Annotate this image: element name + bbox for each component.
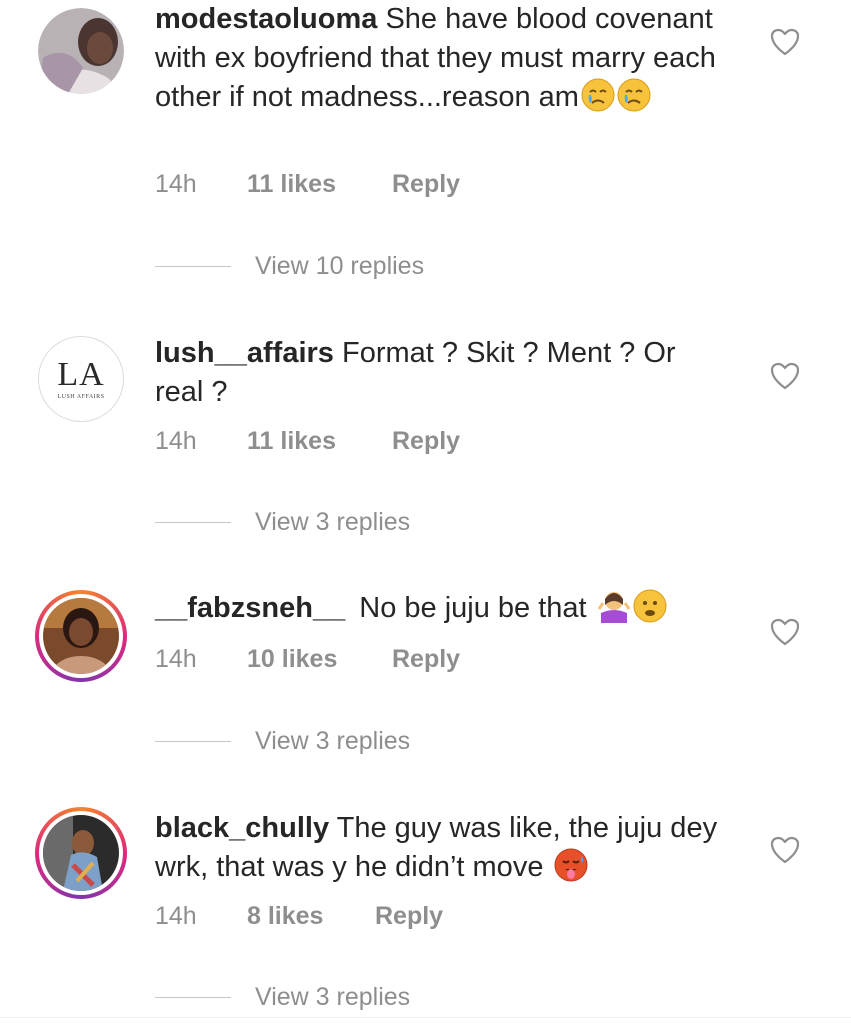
hot-face-icon — [554, 848, 588, 882]
heart-icon[interactable] — [770, 362, 800, 390]
logo-text: LA — [57, 356, 105, 393]
reply-button[interactable]: Reply — [392, 427, 460, 456]
view-replies-button[interactable]: View 10 replies — [155, 252, 424, 281]
comment-text: lush__affairs Format ? Skit ? Ment ? Or … — [155, 334, 725, 412]
crying-face-icon — [617, 78, 651, 112]
avatar-story-ring[interactable] — [35, 590, 127, 682]
frowning-face-icon — [633, 589, 667, 623]
heart-icon[interactable] — [770, 618, 800, 646]
comment-time: 14h — [155, 645, 197, 673]
crying-face-icon — [581, 78, 615, 112]
comment-text: black_chully The guy was like, the juju … — [155, 809, 725, 887]
likes-count[interactable]: 10 likes — [247, 645, 392, 674]
reply-button[interactable]: Reply — [392, 170, 460, 199]
view-replies-label: View 3 replies — [255, 508, 411, 536]
view-replies-label: View 10 replies — [255, 252, 425, 280]
likes-count[interactable]: 8 likes — [247, 902, 375, 931]
comment-username[interactable]: lush__affairs — [155, 337, 334, 369]
comment-meta: 14h 11 likes Reply — [155, 170, 460, 199]
likes-count[interactable]: 11 likes — [247, 170, 392, 199]
comment-meta: 14h 11 likes Reply — [155, 427, 460, 456]
heart-icon[interactable] — [770, 836, 800, 864]
comment-username[interactable]: modestaoluoma — [155, 3, 377, 35]
comment-meta: 14h 8 likes Reply — [155, 902, 443, 931]
user-photo-icon — [43, 815, 119, 891]
reply-button[interactable]: Reply — [392, 645, 460, 674]
comment-username[interactable]: __fabzsneh__ — [155, 592, 345, 624]
heart-icon[interactable] — [770, 28, 800, 56]
comment-text: modestaoluoma She have blood covenant wi… — [155, 0, 725, 117]
reply-button[interactable]: Reply — [375, 902, 443, 931]
comment-username[interactable]: black_chully — [155, 812, 329, 844]
view-replies-button[interactable]: View 3 replies — [155, 983, 410, 1012]
view-replies-button[interactable]: View 3 replies — [155, 727, 410, 756]
divider-line — [155, 521, 231, 524]
avatar[interactable] — [38, 8, 124, 94]
divider-line — [155, 740, 231, 743]
divider-line — [155, 265, 231, 268]
logo-subtext: LUSH AFFAIRS — [57, 394, 105, 400]
bottom-divider — [0, 1017, 851, 1018]
comment-body: No be juju be that — [359, 592, 587, 624]
avatar-story-ring[interactable] — [35, 807, 127, 899]
comment-meta: 14h 10 likes Reply — [155, 645, 460, 674]
avatar[interactable]: LA LUSH AFFAIRS — [38, 336, 124, 422]
divider-line — [155, 996, 231, 999]
comment-time: 14h — [155, 170, 197, 198]
view-replies-label: View 3 replies — [255, 983, 411, 1011]
woman-shrugging-icon — [597, 592, 630, 623]
likes-count[interactable]: 11 likes — [247, 427, 392, 456]
comment-time: 14h — [155, 902, 197, 930]
user-photo-icon — [43, 598, 119, 674]
user-photo-icon — [38, 8, 124, 94]
comment-time: 14h — [155, 427, 197, 455]
comment-text: __fabzsneh__ No be juju be that — [155, 589, 725, 628]
view-replies-label: View 3 replies — [255, 727, 411, 755]
view-replies-button[interactable]: View 3 replies — [155, 508, 410, 537]
